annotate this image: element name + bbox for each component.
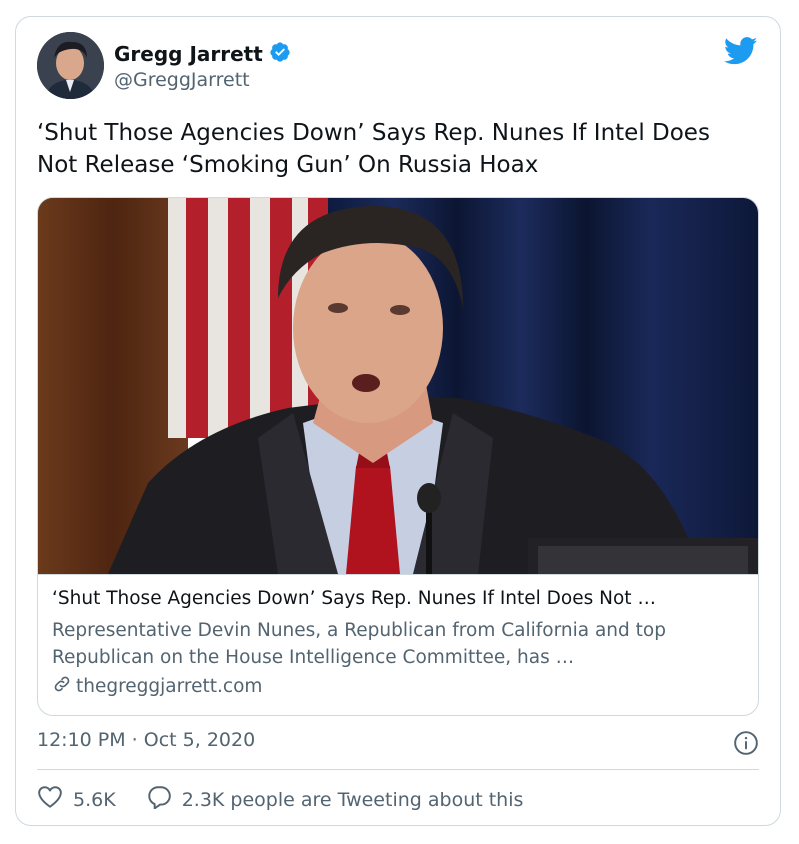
author-name[interactable]: Gregg Jarrett: [114, 42, 263, 66]
heart-icon: [37, 785, 63, 814]
like-count: 5.6K: [73, 788, 116, 811]
reply-bubble-icon: [146, 785, 172, 814]
twitter-bird-icon[interactable]: [723, 37, 758, 69]
card-image[interactable]: [38, 198, 758, 574]
like-button[interactable]: 5.6K: [37, 785, 116, 814]
tweet-card[interactable]: Gregg Jarrett @GreggJarrett ‘Shut Those …: [15, 16, 781, 826]
info-icon[interactable]: [733, 730, 759, 760]
action-bar: 5.6K 2.3K people are Tweeting about this: [37, 785, 523, 814]
card-title[interactable]: ‘Shut Those Agencies Down’ Says Rep. Nun…: [52, 588, 747, 609]
avatar[interactable]: [37, 32, 104, 99]
link-preview-card[interactable]: ‘Shut Those Agencies Down’ Says Rep. Nun…: [37, 197, 759, 716]
card-domain-link[interactable]: thegreggjarrett.com: [52, 674, 262, 699]
card-domain: thegreggjarrett.com: [76, 676, 263, 697]
conversation-button[interactable]: 2.3K people are Tweeting about this: [146, 785, 524, 814]
conversation-text: 2.3K people are Tweeting about this: [181, 788, 524, 811]
card-description: Representative Devin Nunes, a Republican…: [52, 620, 666, 668]
tweet-timestamp[interactable]: 12:10 PM · Oct 5, 2020: [37, 729, 255, 751]
author-handle[interactable]: @GreggJarrett: [114, 69, 250, 91]
divider: [37, 769, 759, 770]
link-icon: [52, 674, 72, 699]
tweet-text: ‘Shut Those Agencies Down’ Says Rep. Nun…: [37, 120, 710, 178]
verified-badge-icon: [269, 41, 291, 67]
